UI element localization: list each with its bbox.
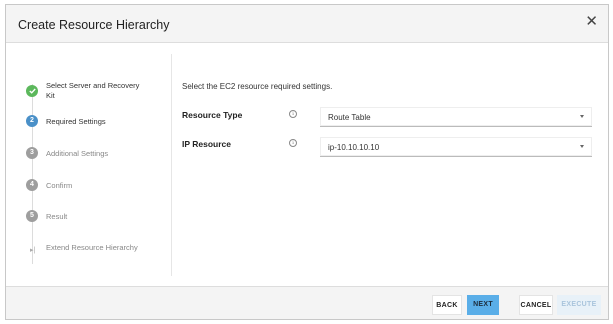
close-icon[interactable]: ✕ xyxy=(585,14,598,29)
steps-connector-line xyxy=(32,84,33,264)
create-resource-hierarchy-dialog: Create Resource Hierarchy ✕ Select Serve… xyxy=(5,4,609,320)
step-number-badge: 2 xyxy=(26,115,38,127)
chevron-down-icon xyxy=(580,145,584,148)
info-icon[interactable]: i xyxy=(289,110,297,118)
step-label: Additional Settings xyxy=(46,149,109,158)
step-number-badge: 4 xyxy=(26,179,38,191)
instructions-text: Select the EC2 resource required setting… xyxy=(182,82,333,91)
step-label: Select Server and Recovery Kit xyxy=(46,81,140,100)
cancel-button[interactable]: CANCEL xyxy=(519,295,553,315)
sidebar-divider xyxy=(171,54,172,276)
resource-type-value: Route Table xyxy=(328,113,371,122)
dialog-body: Select Server and Recovery Kit 2 Require… xyxy=(6,44,608,286)
info-icon[interactable]: i xyxy=(289,139,297,147)
chevron-down-icon xyxy=(580,115,584,118)
required-settings-panel: Select the EC2 resource required setting… xyxy=(178,44,603,286)
next-arrow-icon: ▸| xyxy=(30,247,36,254)
dialog-footer: BACK NEXT CANCEL EXECUTE xyxy=(6,286,608,319)
step-number-badge: 5 xyxy=(26,210,38,222)
ip-resource-label: IP Resource xyxy=(182,139,231,149)
step-label: Confirm xyxy=(46,181,73,190)
resource-type-label: Resource Type xyxy=(182,110,243,120)
ip-resource-select[interactable]: ip-10.10.10.10 xyxy=(320,137,592,157)
next-button[interactable]: NEXT xyxy=(467,295,499,315)
step-label: Result xyxy=(46,212,68,221)
step-number-badge: 3 xyxy=(26,147,38,159)
execute-button[interactable]: EXECUTE xyxy=(557,295,601,315)
wizard-steps: Select Server and Recovery Kit 2 Require… xyxy=(6,44,166,286)
back-button[interactable]: BACK xyxy=(432,295,462,315)
dialog-title: Create Resource Hierarchy xyxy=(18,18,170,32)
dialog-header: Create Resource Hierarchy ✕ xyxy=(6,5,608,43)
check-icon xyxy=(26,85,38,97)
resource-type-select[interactable]: Route Table xyxy=(320,107,592,127)
step-label: Extend Resource Hierarchy xyxy=(46,243,138,252)
ip-resource-value: ip-10.10.10.10 xyxy=(328,143,380,152)
step-label: Required Settings xyxy=(46,117,106,126)
